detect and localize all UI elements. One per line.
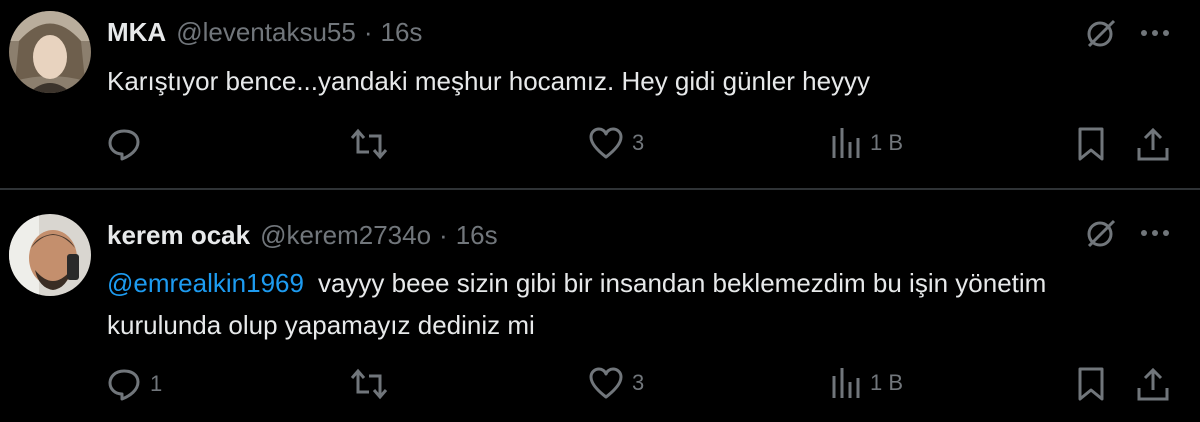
share-icon <box>1136 126 1170 162</box>
bookmark-icon <box>1076 366 1106 402</box>
bookmark-icon <box>1076 126 1106 162</box>
like-icon <box>588 366 624 400</box>
share-button[interactable] <box>1136 366 1170 402</box>
like-icon <box>588 126 624 160</box>
reply-icon <box>106 366 142 402</box>
author-handle[interactable]: @leventaksu55 <box>176 17 356 48</box>
views-count: 1 B <box>870 130 904 155</box>
retweet-button[interactable] <box>350 366 396 402</box>
tweet[interactable]: kerem ocak @kerem2734o · 16s @emrealkin1… <box>0 190 1200 422</box>
tweet-header: MKA @leventaksu55 · 16s <box>107 17 422 48</box>
bookmark-button[interactable] <box>1076 126 1106 162</box>
retweet-icon <box>350 366 388 402</box>
views-icon <box>830 366 862 400</box>
more-icon[interactable] <box>1140 228 1170 238</box>
tweet-body: Karıştıyor bence...yandaki meşhur hocamı… <box>107 66 871 96</box>
avatar[interactable] <box>9 214 91 296</box>
views-count: 1 B <box>870 370 904 395</box>
author-handle[interactable]: @kerem2734o <box>260 220 431 251</box>
reply-button[interactable]: 1 <box>106 366 162 402</box>
like-count: 3 <box>632 130 645 155</box>
grok-icon[interactable] <box>1084 16 1118 50</box>
tweet-text: @emrealkin1969 vayyy beee sizin gibi bir … <box>107 262 1167 346</box>
share-button[interactable] <box>1136 126 1170 162</box>
author-name[interactable]: MKA <box>107 17 166 48</box>
tweet[interactable]: MKA @leventaksu55 · 16s Karıştıyor bence… <box>0 0 1200 190</box>
views-button[interactable]: 1 B <box>830 126 903 160</box>
views-icon <box>830 126 862 160</box>
like-count: 3 <box>632 370 645 395</box>
grok-icon[interactable] <box>1084 216 1118 250</box>
tweet-header: kerem ocak @kerem2734o · 16s <box>107 220 498 251</box>
tweet-actions: 3 1 B <box>0 126 1200 166</box>
views-button[interactable]: 1 B <box>830 366 903 400</box>
retweet-button[interactable] <box>350 126 396 162</box>
timestamp[interactable]: 16s <box>381 17 423 48</box>
bookmark-button[interactable] <box>1076 366 1106 402</box>
more-icon[interactable] <box>1140 28 1170 38</box>
reply-count: 1 <box>150 371 163 396</box>
tweet-actions: 1 3 1 B <box>0 366 1200 406</box>
tweet-top-actions <box>1084 16 1170 50</box>
mention-link[interactable]: @emrealkin1969 <box>107 268 304 298</box>
separator: · <box>439 220 448 250</box>
timestamp[interactable]: 16s <box>456 220 498 251</box>
reply-icon <box>106 126 142 162</box>
retweet-icon <box>350 126 388 162</box>
separator: · <box>363 17 373 47</box>
like-button[interactable]: 3 <box>588 126 644 160</box>
tweet-top-actions <box>1084 216 1170 250</box>
share-icon <box>1136 366 1170 402</box>
author-name[interactable]: kerem ocak <box>107 220 250 251</box>
like-button[interactable]: 3 <box>588 366 644 400</box>
avatar[interactable] <box>9 11 91 93</box>
reply-button[interactable] <box>106 126 150 162</box>
tweet-text: Karıştıyor bence...yandaki meşhur hocamı… <box>107 60 1167 102</box>
